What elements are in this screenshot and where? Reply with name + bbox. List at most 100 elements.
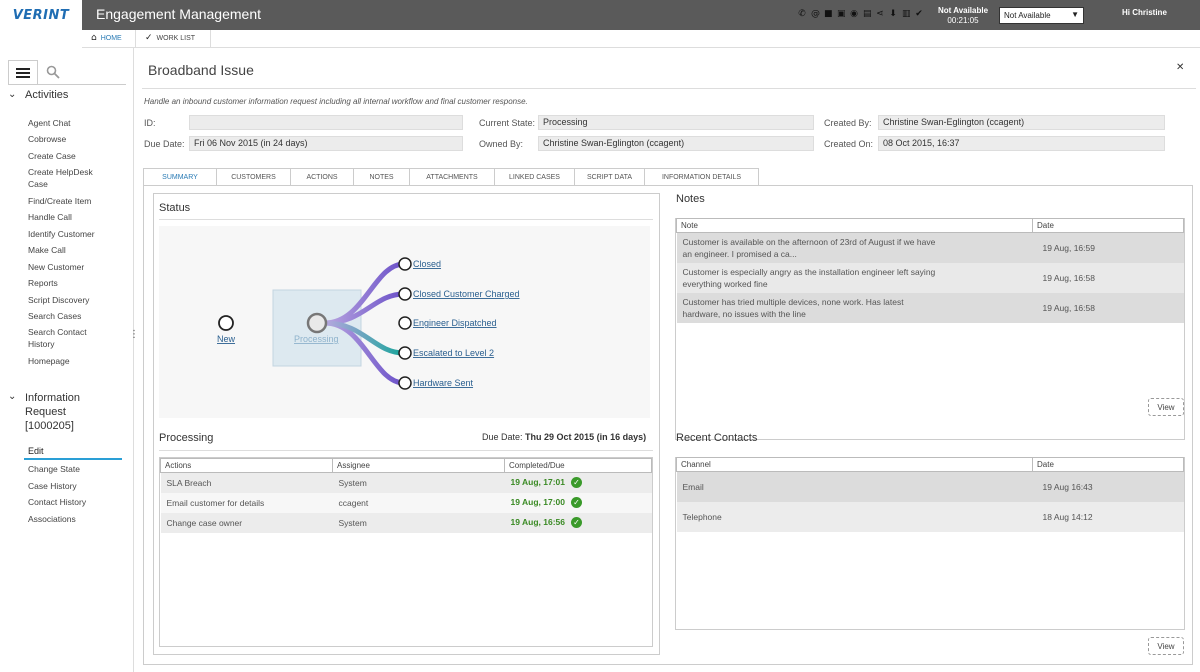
status-flow-diagram: New Processing Closed Closed Customer Ch… [159,226,650,418]
sidebar-item-activity[interactable]: New Customer [28,261,118,273]
tab-linked-cases[interactable]: LINKED CASES [495,168,575,186]
flow-label-outcome[interactable]: Closed Customer Charged [413,289,520,299]
flow-label-outcome[interactable]: Escalated to Level 2 [413,348,494,358]
email-icon[interactable]: @ [811,8,820,20]
table-row[interactable]: Change case owner System 19 Aug, 16:56 ✓ [160,512,652,533]
flow-node-new[interactable] [218,315,234,331]
divider [142,88,1196,89]
flow-label-processing[interactable]: Processing [294,334,339,344]
sidebar-item-activity[interactable]: Make Call [28,244,118,256]
record-icon[interactable]: ◉ [850,8,858,20]
download-icon[interactable]: ⬇ [889,8,897,20]
column-header[interactable]: Completed/Due [504,458,652,473]
flow-label-new[interactable]: New [217,334,236,344]
flow-node-outcome[interactable] [398,376,412,390]
completed-value: 19 Aug, 17:00 [510,496,566,507]
channel-cell[interactable]: Email [677,472,1033,502]
cobrowse-icon[interactable]: ▣ [837,8,846,20]
activities-section-header[interactable]: ⌄ Activities [8,89,68,101]
sidebar-item-activity[interactable]: Find/Create Item [28,195,118,207]
table-row[interactable]: Customer is available on the afternoon o… [676,232,1184,263]
completed-cell: 19 Aug, 16:56 ✓ [505,513,652,533]
breadcrumb: ⌂ HOME ✓ WORK LIST [82,30,1200,48]
sidebar-item-request[interactable]: Change State [28,463,118,475]
case-description: Handle an inbound customer information r… [144,97,528,106]
sidebar-item-edit[interactable]: Edit [24,446,122,460]
notes-view-button[interactable]: View [1148,398,1184,416]
sidebar-item-activity[interactable]: Identify Customer [28,228,118,240]
breadcrumb-home-label: HOME [100,34,122,42]
column-header[interactable]: Date [1032,218,1184,233]
share-icon[interactable]: ⋖ [876,8,884,20]
date-cell: 18 Aug 14:12 [1042,511,1093,522]
check-icon[interactable]: ✔ [915,8,923,20]
action-cell: Email customer for details [166,497,265,508]
sidebar-item-request[interactable]: Contact History [28,496,118,508]
check-circle-icon: ✓ [571,517,582,529]
tab-attachments[interactable]: ATTACHMENTS [410,168,495,186]
chevron-down-icon: ⌄ [8,89,17,100]
tab-notes[interactable]: NOTES [354,168,410,186]
tab-actions[interactable]: ACTIONS [291,168,354,186]
column-header[interactable]: Date [1032,457,1184,472]
flow-node-outcome[interactable] [398,316,412,330]
menu-tab[interactable] [8,60,38,84]
table-row[interactable]: Customer has tried multiple devices, non… [676,292,1184,323]
sidebar-item-request[interactable]: Case History [28,480,118,492]
flow-label-outcome[interactable]: Engineer Dispatched [413,318,497,328]
sidebar-item-activity[interactable]: Script Discovery [28,294,118,306]
sidebar-item-activity[interactable]: Create HelpDesk Case [28,166,98,190]
sidebar-item-activity[interactable]: Reports [28,277,118,289]
sidebar-item-activity[interactable]: Cobrowse [28,133,118,145]
column-header[interactable]: Note [676,218,1033,233]
tab-customers[interactable]: CUSTOMERS [217,168,291,186]
table-row[interactable]: Telephone 18 Aug 14:12 [676,501,1184,532]
flow-label-outcome[interactable]: Hardware Sent [413,378,474,388]
flow-node-outcome[interactable] [398,287,412,301]
flow-node-outcome[interactable] [398,346,412,360]
user-greeting[interactable]: Hi Christine [1122,8,1167,17]
sidebar-item-activity[interactable]: Handle Call [28,211,118,223]
created-on-field: 08 Oct 2015, 16:37 [878,136,1165,151]
book-icon[interactable]: ▥ [902,8,911,20]
logo[interactable]: VERINT [0,0,82,30]
breadcrumb-worklist[interactable]: ✓ WORK LIST [145,33,195,43]
action-cell: SLA Breach [166,477,212,488]
owned-by-field: Christine Swan-Eglington (ccagent) [538,136,814,151]
table-row[interactable]: Email customer for details ccagent 19 Au… [160,492,652,513]
table-row[interactable]: SLA Breach System 19 Aug, 17:01 ✓ [160,472,652,493]
status-select[interactable]: Not Available ▼ [999,7,1084,24]
chat-icon[interactable]: ■ [824,8,833,20]
created-by-field: Christine Swan-Eglington (ccagent) [878,115,1165,130]
column-header[interactable]: Channel [676,457,1033,472]
close-icon[interactable]: ✕ [1176,62,1184,73]
flow-node-processing[interactable] [306,312,328,334]
tab-summary[interactable]: SUMMARY [143,168,217,186]
tab-information-details[interactable]: INFORMATION DETAILS [645,168,759,186]
channel-cell[interactable]: Telephone [677,502,1033,532]
flow-node-outcome[interactable] [398,257,412,271]
resize-handle[interactable]: ⋮ [129,329,139,340]
sidebar-item-activity[interactable]: Search Contact History [28,326,98,350]
column-header[interactable]: Actions [160,458,333,473]
sidebar-item-activity[interactable]: Search Cases [28,310,118,322]
table-row[interactable]: Customer is especially angry as the inst… [676,262,1184,293]
table-row[interactable]: Email 19 Aug 16:43 [676,471,1184,502]
sidebar-item-activity[interactable]: Agent Chat [28,117,118,129]
search-tab[interactable] [38,60,68,84]
column-header[interactable]: Assignee [332,458,505,473]
request-section-header[interactable]: ⌄ Information Request [1000205] [8,391,95,433]
tab-script-data[interactable]: SCRIPT DATA [575,168,645,186]
sidebar-item-activity[interactable]: Create Case [28,150,118,162]
current-state-label: Current State: [479,118,536,128]
created-by-label: Created By: [824,118,872,128]
flow-label-outcome[interactable]: Closed [413,259,441,269]
breadcrumb-home[interactable]: ⌂ HOME [91,33,122,43]
contacts-view-button[interactable]: View [1148,637,1184,655]
breadcrumb-worklist-label: WORK LIST [156,34,196,42]
sidebar-item-request[interactable]: Associations [28,513,118,525]
sidebar-item-activity[interactable]: Homepage [28,355,118,367]
document-icon[interactable]: ▤ [863,8,872,20]
created-on-label: Created On: [824,139,874,149]
phone-icon[interactable]: ✆ [798,8,806,20]
